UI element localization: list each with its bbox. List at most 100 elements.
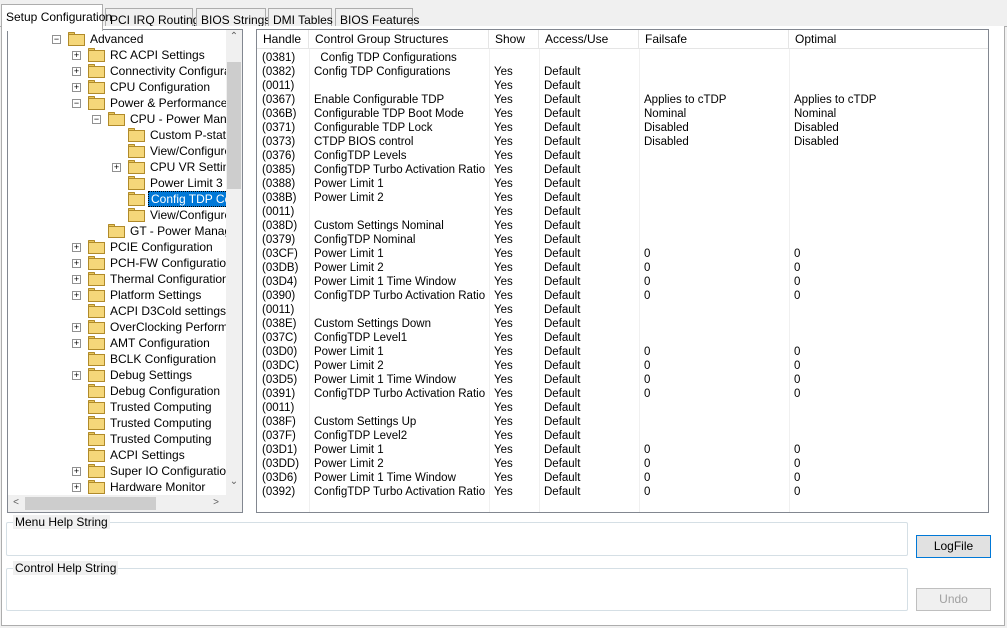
table-row[interactable]: (0392) ConfigTDP Turbo Activation Ratio Ye…	[257, 485, 988, 499]
table-row[interactable]: (03DC) Power Limit 2 Yes Default 0 0	[257, 359, 988, 373]
tree-item[interactable]: + RC ACPI Settings	[8, 47, 228, 63]
tree-item[interactable]: + PCIE Configuration	[8, 239, 228, 255]
table-row[interactable]: (038B) Power Limit 2 Yes Default	[257, 191, 988, 205]
control-structures-table[interactable]: Handle Control Group Structures Show Acc…	[256, 29, 989, 513]
table-row[interactable]: (0371) Configurable TDP Lock Yes Default Dis…	[257, 121, 988, 135]
expand-icon[interactable]: +	[72, 291, 81, 300]
table-row[interactable]: (038E) Custom Settings Down Yes Default	[257, 317, 988, 331]
tree-item[interactable]: Debug Configuration	[8, 383, 228, 399]
table-row[interactable]: (0390) ConfigTDP Turbo Activation Ratio Ye…	[257, 289, 988, 303]
scroll-down-icon[interactable]: ⌄	[226, 476, 242, 487]
tree-item-label[interactable]: View/Configure	[148, 143, 228, 159]
tree-item-label[interactable]: Debug Configuration	[108, 383, 222, 399]
expand-icon[interactable]: +	[72, 83, 81, 92]
tree-item-label[interactable]: Super IO Configuration	[108, 463, 228, 479]
tree-item-label[interactable]: RC ACPI Settings	[108, 47, 207, 63]
tree-item-label[interactable]: Custom P-state Table	[148, 127, 228, 143]
tree-item-label[interactable]: Debug Settings	[108, 367, 194, 383]
expand-icon[interactable]: +	[112, 163, 121, 172]
tree-item[interactable]: View/Configure	[8, 207, 228, 223]
table-row[interactable]: (0381) Config TDP Configurations	[257, 51, 988, 65]
tree-item[interactable]: BCLK Configuration	[8, 351, 228, 367]
tree-item-label[interactable]: Advanced	[88, 31, 145, 47]
collapse-icon[interactable]: −	[72, 99, 81, 108]
table-row[interactable]: (0379) ConfigTDP Nominal Yes Default	[257, 233, 988, 247]
table-row[interactable]: (03D6) Power Limit 1 Time Window Yes Defaul…	[257, 471, 988, 485]
table-row[interactable]: (0391) ConfigTDP Turbo Activation Ratio Ye…	[257, 387, 988, 401]
tree-item-label[interactable]: View/Configure	[148, 207, 228, 223]
tree-item-label[interactable]: Thermal Configuration	[108, 271, 228, 287]
scroll-right-icon[interactable]: >	[208, 497, 224, 508]
expand-icon[interactable]: +	[72, 339, 81, 348]
tree-vertical-scrollbar[interactable]: ⌃ ⌄	[226, 30, 242, 495]
column-header-handle[interactable]: Handle	[257, 30, 309, 49]
tree-item[interactable]: + CPU Configuration	[8, 79, 228, 95]
tree-item-label[interactable]: CPU VR Settings	[148, 159, 228, 175]
expand-icon[interactable]: +	[72, 371, 81, 380]
column-header-access-use[interactable]: Access/Use	[539, 30, 639, 49]
table-row[interactable]: (03D4) Power Limit 1 Time Window Yes Defaul…	[257, 275, 988, 289]
table-row[interactable]: (038D) Custom Settings Nominal Yes Default	[257, 219, 988, 233]
tree-item[interactable]: Trusted Computing	[8, 431, 228, 447]
expand-icon[interactable]: +	[72, 259, 81, 268]
tree-item[interactable]: + Debug Settings	[8, 367, 228, 383]
tree-item[interactable]: + Super IO Configuration	[8, 463, 228, 479]
scroll-up-icon[interactable]: ⌃	[226, 31, 242, 42]
table-row[interactable]: (0011) Yes Default	[257, 205, 988, 219]
tree-item-label[interactable]: OverClocking Performance	[108, 319, 228, 335]
tree-item[interactable]: Trusted Computing	[8, 399, 228, 415]
expand-icon[interactable]: +	[72, 243, 81, 252]
collapse-icon[interactable]: −	[52, 35, 61, 44]
tree-item[interactable]: + OverClocking Performance	[8, 319, 228, 335]
tree-item[interactable]: ACPI Settings	[8, 447, 228, 463]
tree-vertical-thumb[interactable]	[227, 62, 241, 189]
table-row[interactable]: (0011) Yes Default	[257, 303, 988, 317]
tree-item[interactable]: + CPU VR Settings	[8, 159, 228, 175]
table-row[interactable]: (0011) Yes Default	[257, 401, 988, 415]
table-row[interactable]: (03CF) Power Limit 1 Yes Default 0 0	[257, 247, 988, 261]
tree-item-label[interactable]: Platform Settings	[108, 287, 203, 303]
tree-horizontal-thumb[interactable]	[25, 497, 156, 510]
tree-item-label[interactable]: Power Limit 3 Settings	[148, 175, 228, 191]
expand-icon[interactable]: +	[72, 323, 81, 332]
tree-item-label[interactable]: ACPI Settings	[108, 447, 187, 463]
tree-item-label[interactable]: CPU Configuration	[108, 79, 212, 95]
expand-icon[interactable]: +	[72, 467, 81, 476]
expand-icon[interactable]: +	[72, 483, 81, 492]
tree-item[interactable]: GT - Power Management	[8, 223, 228, 239]
tree-item[interactable]: − Advanced	[8, 31, 228, 47]
tree-item[interactable]: Power Limit 3 Settings	[8, 175, 228, 191]
expand-icon[interactable]: +	[72, 51, 81, 60]
tree-item-label[interactable]: Connectivity Configuration	[108, 63, 228, 79]
tree-horizontal-scrollbar[interactable]: < >	[8, 495, 242, 512]
collapse-icon[interactable]: −	[92, 115, 101, 124]
tree-item[interactable]: Config TDP Configurations	[8, 191, 228, 207]
column-header-control-group[interactable]: Control Group Structures	[309, 30, 489, 49]
tree-item[interactable]: + Platform Settings	[8, 287, 228, 303]
table-row[interactable]: (0011) Yes Default	[257, 79, 988, 93]
settings-tree[interactable]: − Advanced + RC ACPI Settings + Connectivity …	[7, 29, 243, 513]
tree-item-label[interactable]: CPU - Power Management	[128, 111, 228, 127]
tree-item-label[interactable]: Power & Performance	[108, 95, 228, 111]
table-row[interactable]: (037F) ConfigTDP Level2 Yes Default	[257, 429, 988, 443]
tree-item[interactable]: Trusted Computing	[8, 415, 228, 431]
column-header-show[interactable]: Show	[489, 30, 539, 49]
table-row[interactable]: (03D5) Power Limit 1 Time Window Yes Defaul…	[257, 373, 988, 387]
tree-item[interactable]: Custom P-state Table	[8, 127, 228, 143]
tree-item-label[interactable]: Trusted Computing	[108, 431, 214, 447]
table-row[interactable]: (0382) Config TDP Configurations Yes Defaul…	[257, 65, 988, 79]
tree-item[interactable]: + Thermal Configuration	[8, 271, 228, 287]
table-row[interactable]: (0373) CTDP BIOS control Yes Default Disable…	[257, 135, 988, 149]
table-row[interactable]: (0388) Power Limit 1 Yes Default	[257, 177, 988, 191]
tree-item-label[interactable]: AMT Configuration	[108, 335, 212, 351]
expand-icon[interactable]: +	[72, 275, 81, 284]
table-row[interactable]: (037C) ConfigTDP Level1 Yes Default	[257, 331, 988, 345]
tree-item[interactable]: + PCH-FW Configuration	[8, 255, 228, 271]
expand-icon[interactable]: +	[72, 67, 81, 76]
column-header-optimal[interactable]: Optimal	[789, 30, 988, 49]
tree-item-label[interactable]: Hardware Monitor	[108, 479, 207, 495]
tree-item-label[interactable]: Trusted Computing	[108, 399, 214, 415]
tree-item-label[interactable]: Trusted Computing	[108, 415, 214, 431]
tree-item[interactable]: View/Configure	[8, 143, 228, 159]
table-row[interactable]: (0376) ConfigTDP Levels Yes Default	[257, 149, 988, 163]
